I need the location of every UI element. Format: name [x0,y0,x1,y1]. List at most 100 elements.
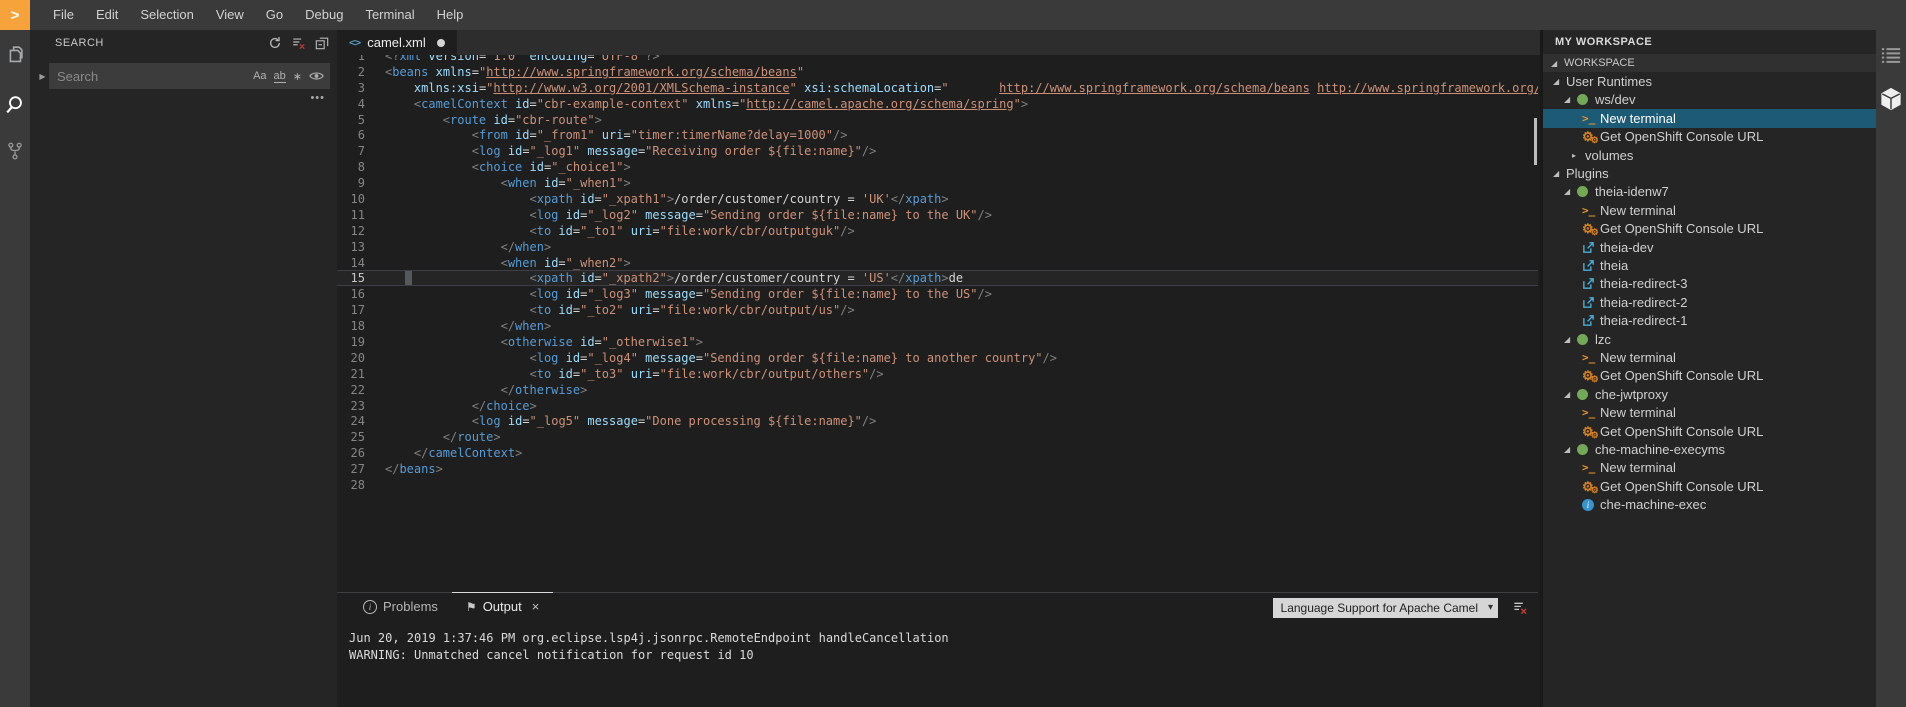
line-number[interactable]: 14 [337,256,365,270]
tree-section-workspace[interactable]: ◢WORKSPACE [1543,54,1876,72]
chevron-expanded-icon[interactable]: ◢ [1564,390,1577,399]
tree-item-new-terminal[interactable]: >_New terminal [1543,459,1876,477]
tree-item-get-openshift-console-url[interactable]: ⚙⚙Get OpenShift Console URL [1543,422,1876,440]
tree-item-new-terminal[interactable]: >_New terminal [1543,201,1876,219]
editor-scrollbar-thumb[interactable] [1534,118,1537,165]
refresh-icon[interactable] [268,36,282,50]
line-number[interactable]: 3 [337,81,365,95]
code-line[interactable]: 5 <route id="cbr-route"> [337,112,1538,128]
explorer-files-icon[interactable] [0,38,30,72]
tree-item-theia-dev[interactable]: theia-dev [1543,238,1876,256]
tree-item-volumes[interactable]: ▸volumes [1543,146,1876,164]
line-number[interactable]: 2 [337,65,365,79]
clear-output-icon[interactable] [1512,600,1528,620]
regex-toggle[interactable]: ∗ [293,70,302,83]
code-line[interactable]: 6 <from id="_from1" uri="timer:timerName… [337,127,1538,143]
line-number[interactable]: 22 [337,383,365,397]
line-number[interactable]: 10 [337,192,365,206]
chevron-expanded-icon[interactable]: ◢ [1551,59,1564,68]
clear-search-results-icon[interactable] [291,36,306,50]
tree-item-theia-redirect-3[interactable]: theia-redirect-3 [1543,275,1876,293]
code-line[interactable]: 18 </when> [337,318,1538,334]
line-number[interactable]: 26 [337,446,365,460]
che-logo-icon[interactable]: > [0,0,30,30]
code-line[interactable]: 15 <xpath id="_xpath2">/order/customer/c… [337,270,1538,286]
line-number[interactable]: 24 [337,414,365,428]
line-number[interactable]: 16 [337,287,365,301]
output-channel-select[interactable]: Language Support for Apache Camel ▾ [1273,598,1498,618]
code-line[interactable]: 17 <to id="_to2" uri="file:work/cbr/outp… [337,302,1538,318]
code-line[interactable]: 26 </camelContext> [337,445,1538,461]
code-line[interactable]: 14 <when id="_when2"> [337,255,1538,271]
line-number[interactable]: 27 [337,462,365,476]
line-number[interactable]: 19 [337,335,365,349]
tree-item-get-openshift-console-url[interactable]: ⚙⚙Get OpenShift Console URL [1543,477,1876,495]
chevron-expanded-icon[interactable]: ◢ [1564,335,1577,344]
line-number[interactable]: 7 [337,144,365,158]
code-line[interactable]: 20 <log id="_log4" message="Sending orde… [337,350,1538,366]
tree-item-get-openshift-console-url[interactable]: ⚙⚙Get OpenShift Console URL [1543,128,1876,146]
code-line[interactable]: 9 <when id="_when1"> [337,175,1538,191]
tree-item-new-terminal[interactable]: >_New terminal [1543,348,1876,366]
editor-tab-camel-xml[interactable]: <> camel.xml [337,30,457,55]
tree-item-new-terminal[interactable]: >_New terminal [1543,109,1876,127]
code-line[interactable]: 22 </otherwise> [337,382,1538,398]
tree-item-new-terminal[interactable]: >_New terminal [1543,403,1876,421]
bottom-tab-output[interactable]: ⚑Output× [452,592,553,620]
code-line[interactable]: 19 <otherwise id="_otherwise1"> [337,334,1538,350]
chevron-expanded-icon[interactable]: ◢ [1564,445,1577,454]
tree-item-theia-redirect-1[interactable]: theia-redirect-1 [1543,311,1876,329]
line-number[interactable]: 21 [337,367,365,381]
list-view-icon[interactable] [1876,40,1906,70]
code-line[interactable]: 8 <choice id="_choice1"> [337,159,1538,175]
code-line[interactable]: 21 <to id="_to3" uri="file:work/cbr/outp… [337,366,1538,382]
code-line[interactable]: 27</beans> [337,461,1538,477]
code-line[interactable]: 28 [337,477,1538,493]
toggle-replace-icon[interactable]: ▶ [36,72,49,81]
line-number[interactable]: 15 [337,271,365,285]
menu-item-selection[interactable]: Selection [129,0,204,30]
close-icon[interactable]: × [532,599,540,614]
search-details-button[interactable]: ••• [310,92,325,104]
line-number[interactable]: 5 [337,113,365,127]
code-line[interactable]: 2<beans xmlns="http://www.springframewor… [337,64,1538,80]
tree-item-ws-dev[interactable]: ◢ws/dev [1543,91,1876,109]
menu-item-view[interactable]: View [205,0,255,30]
tree-item-user-runtimes[interactable]: ◢User Runtimes [1543,72,1876,90]
line-number[interactable]: 13 [337,240,365,254]
code-editor[interactable]: 1<?xml version="1.0" encoding="UTF-8"?>2… [337,55,1538,592]
menu-item-debug[interactable]: Debug [294,0,354,30]
code-line[interactable]: 12 <to id="_to1" uri="file:work/cbr/outp… [337,223,1538,239]
line-number[interactable]: 23 [337,399,365,413]
code-line[interactable]: 24 <log id="_log5" message="Done process… [337,413,1538,429]
chevron-expanded-icon[interactable]: ◢ [1564,187,1577,196]
match-case-toggle[interactable]: Aa [253,70,266,82]
line-number[interactable]: 12 [337,224,365,238]
line-number[interactable]: 1 [337,55,365,63]
code-line[interactable]: 23 </choice> [337,398,1538,414]
line-number[interactable]: 6 [337,128,365,142]
line-number[interactable]: 17 [337,303,365,317]
chevron-expanded-icon[interactable]: ◢ [1553,169,1566,178]
line-number[interactable]: 11 [337,208,365,222]
code-line[interactable]: 4 <camelContext id="cbr-example-context"… [337,96,1538,112]
line-number[interactable]: 25 [337,430,365,444]
code-line[interactable]: 10 <xpath id="_xpath1">/order/customer/c… [337,191,1538,207]
search-details-toggle[interactable] [309,70,324,82]
menu-item-terminal[interactable]: Terminal [354,0,425,30]
menu-item-edit[interactable]: Edit [85,0,129,30]
tree-item-che-machine-exec[interactable]: iche-machine-exec [1543,495,1876,513]
chevron-expanded-icon[interactable]: ◢ [1553,77,1566,86]
line-number[interactable]: 8 [337,160,365,174]
code-line[interactable]: 25 </route> [337,429,1538,445]
line-number[interactable]: 18 [337,319,365,333]
workspace-cube-icon[interactable] [1876,84,1906,114]
menu-item-help[interactable]: Help [426,0,475,30]
tree-item-theia-idenw7[interactable]: ◢theia-idenw7 [1543,183,1876,201]
line-number[interactable]: 4 [337,97,365,111]
source-control-icon[interactable] [0,134,30,168]
bottom-tab-problems[interactable]: iProblems [349,593,452,620]
code-line[interactable]: 7 <log id="_log1" message="Receiving ord… [337,143,1538,159]
code-line[interactable]: 11 <log id="_log2" message="Sending orde… [337,207,1538,223]
collapse-all-icon[interactable] [315,36,329,50]
